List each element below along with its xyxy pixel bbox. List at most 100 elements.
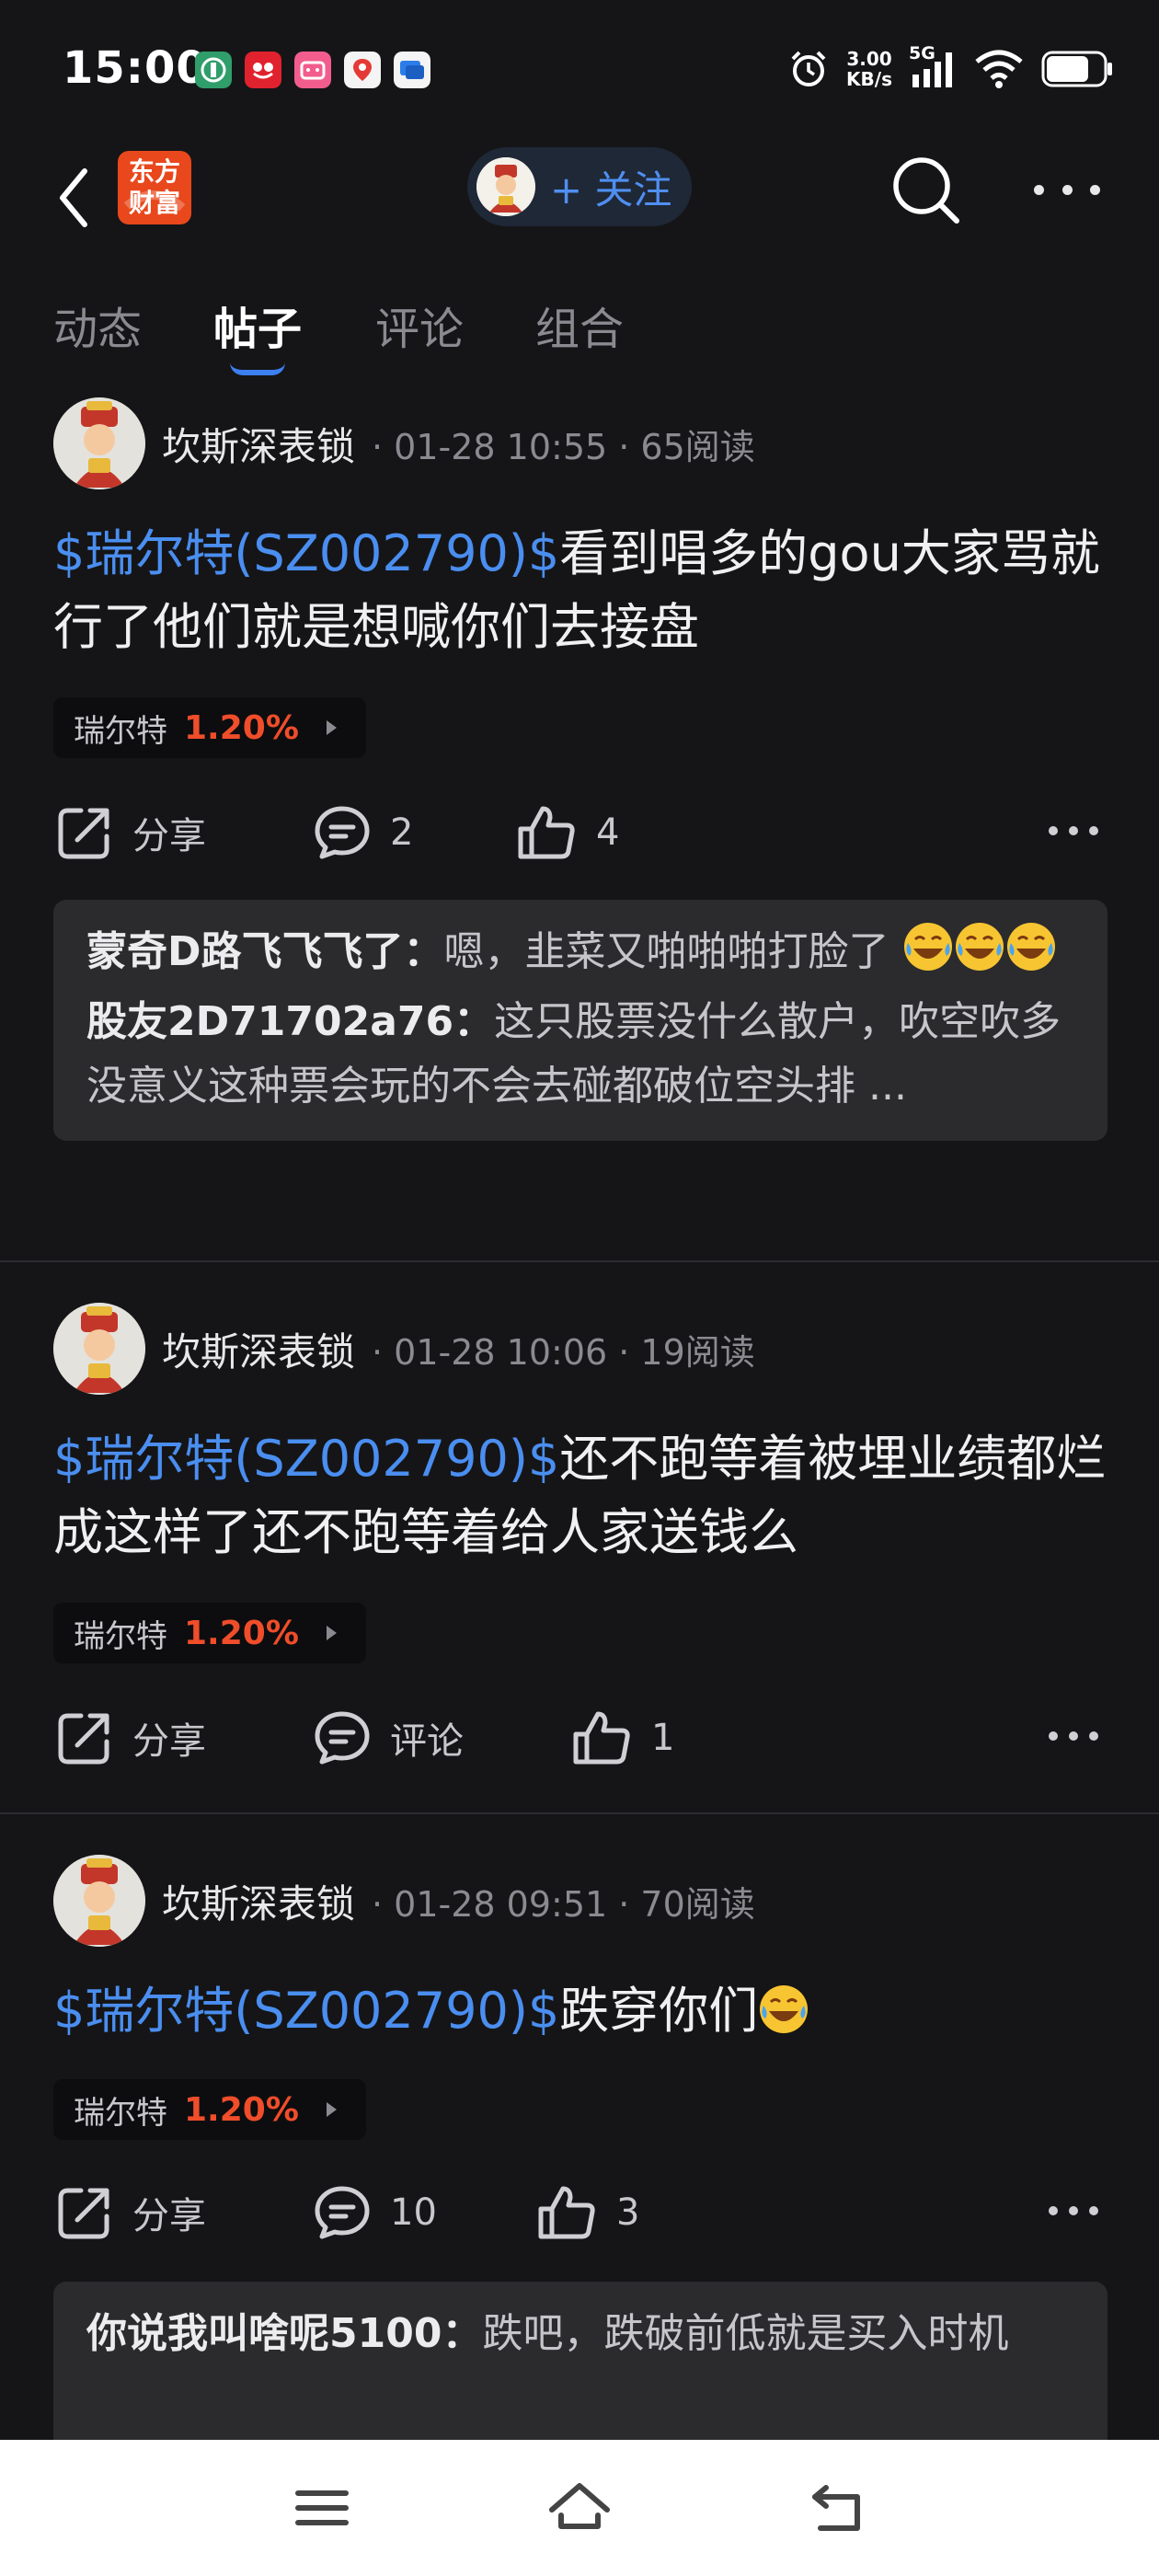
comment-author[interactable]: 股友2D71702a76: [86, 998, 453, 1045]
post-card[interactable]: 坎斯深表锁 · 01-28 10:55 · 65阅读 $瑞尔特(SZ002790…: [0, 397, 1159, 1257]
stock-tag-name: 瑞尔特: [74, 1617, 167, 1655]
network-speed: 3.00 KB/s: [846, 49, 892, 89]
more-dot-icon: [1049, 826, 1058, 835]
comment-author[interactable]: 你说我叫啥呢5100: [86, 2310, 442, 2357]
share-icon: [58, 1713, 109, 1765]
like-count: 1: [651, 1717, 675, 1759]
more-dot-icon: [1090, 184, 1100, 195]
laugh-cry-emoji-icon: [903, 923, 952, 971]
share-label: 分享: [132, 2195, 206, 2237]
comment-icon: [315, 806, 370, 859]
comment-button[interactable]: 10: [313, 2171, 437, 2254]
laugh-cry-emoji-icon: [955, 923, 1004, 971]
profile-tabs: 动态 帖子 评论 组合: [0, 283, 1159, 385]
active-tab-indicator: [230, 362, 285, 375]
app-screen: 15:00 3.00 KB/s 5G 东方财富 + 关注 动态 帖子 评论 组合…: [0, 0, 1159, 2576]
comment-count: 2: [390, 811, 414, 854]
author-name[interactable]: 坎斯深表锁: [162, 1873, 355, 1929]
system-back-button[interactable]: [802, 2471, 876, 2545]
post-card[interactable]: 坎斯深表锁 · 01-28 10:06 · 19阅读 $瑞尔特(SZ002790…: [0, 1303, 1159, 1809]
author-name[interactable]: 坎斯深表锁: [162, 1321, 355, 1377]
tab-portfolio[interactable]: 组合: [535, 293, 624, 357]
battery-icon: [1041, 51, 1112, 87]
post-more-button[interactable]: [1049, 2206, 1098, 2219]
search-icon: [893, 157, 959, 224]
top-app-bar: 东方财富 + 关注: [0, 138, 1159, 258]
share-button[interactable]: 分享: [55, 791, 206, 874]
more-dot-icon: [1069, 2206, 1078, 2215]
author-avatar[interactable]: [53, 1855, 145, 1947]
follow-button[interactable]: + 关注: [467, 147, 692, 226]
stock-link[interactable]: $瑞尔特(SZ002790)$: [53, 1982, 559, 2040]
post-actions: 分享 评论 1: [0, 1696, 1159, 1779]
status-time: 15:00: [63, 42, 208, 94]
cellular-signal-icon: 5G: [909, 43, 957, 89]
stock-tag[interactable]: 瑞尔特 1.20%: [53, 697, 366, 758]
tab-posts[interactable]: 帖子: [213, 293, 302, 357]
comment-preview-box[interactable]: 你说我叫啥呢5100：跌吧，跌破前低就是买入时机: [53, 2282, 1107, 2466]
shopping-app-icon: [245, 52, 281, 88]
author-name[interactable]: 坎斯深表锁: [162, 416, 355, 472]
recent-apps-button[interactable]: [285, 2471, 359, 2545]
like-button[interactable]: 4: [515, 791, 619, 874]
stock-link[interactable]: $瑞尔特(SZ002790)$: [53, 1430, 559, 1488]
post-content[interactable]: $瑞尔特(SZ002790)$还不跑等着被埋业绩都烂成这样了还不跑等着给人家送钱…: [53, 1422, 1111, 1570]
like-button[interactable]: 3: [535, 2171, 639, 2254]
comment-separator: ：: [453, 998, 495, 1045]
more-dot-icon: [1034, 184, 1044, 195]
network-speed-value: 3.00: [846, 48, 892, 70]
stock-tag-change: 1.20%: [184, 708, 299, 747]
tab-comments[interactable]: 评论: [375, 293, 464, 357]
post-more-button[interactable]: [1049, 1731, 1098, 1744]
post-content[interactable]: $瑞尔特(SZ002790)$跌穿你们: [53, 1974, 1111, 2048]
more-dot-icon: [1089, 2206, 1098, 2215]
author-avatar[interactable]: [53, 397, 145, 489]
stock-tag[interactable]: 瑞尔特 1.20%: [53, 1603, 366, 1663]
network-speed-unit: KB/s: [846, 68, 892, 90]
comment-text: 跌吧，跌破前低就是买入时机: [482, 2310, 1009, 2357]
stock-tag[interactable]: 瑞尔特 1.20%: [53, 2079, 366, 2140]
comment-item[interactable]: 蒙奇D路飞飞飞了：嗯，韭菜又啪啪啪打脸了: [86, 920, 1076, 984]
post-header: 坎斯深表锁 · 01-28 10:55 · 65阅读: [53, 397, 755, 489]
more-options-button[interactable]: [1034, 171, 1100, 208]
comment-button[interactable]: 2: [313, 791, 413, 874]
comment-button[interactable]: 评论: [313, 1696, 464, 1779]
app-logo-text: 东方财富: [129, 156, 181, 218]
share-button[interactable]: 分享: [55, 2171, 206, 2254]
share-label: 分享: [132, 815, 206, 857]
post-meta: · 01-28 09:51 · 70阅读: [372, 1883, 755, 1925]
comment-preview-box[interactable]: 蒙奇D路飞飞飞了：嗯，韭菜又啪啪啪打脸了 股友2D71702a76：这只股票没什…: [53, 900, 1107, 1141]
alarm-icon: [791, 51, 826, 86]
comment-item[interactable]: 你说我叫啥呢5100：跌吧，跌破前低就是买入时机: [86, 2302, 1076, 2366]
chevron-right-icon: [326, 720, 337, 735]
post-header: 坎斯深表锁 · 01-28 09:51 · 70阅读: [53, 1855, 755, 1947]
home-button[interactable]: [543, 2471, 616, 2545]
post-divider: [0, 1260, 1159, 1262]
app-logo: 东方财富: [118, 151, 191, 224]
stock-link[interactable]: $瑞尔特(SZ002790)$: [53, 524, 559, 582]
author-avatar[interactable]: [53, 1303, 145, 1395]
back-button[interactable]: [46, 156, 101, 239]
user-avatar: [476, 157, 535, 216]
comment-item[interactable]: 股友2D71702a76：这只股票没什么散户，吹空吹多没意义这种票会玩的不会去碰…: [86, 990, 1076, 1119]
stock-tag-change: 1.20%: [184, 2090, 299, 2129]
like-count: 4: [596, 811, 620, 854]
more-dot-icon: [1061, 184, 1073, 195]
more-dot-icon: [1089, 826, 1098, 835]
post-card[interactable]: 坎斯深表锁 · 01-28 09:51 · 70阅读 $瑞尔特(SZ002790…: [0, 1855, 1159, 2466]
follow-label: + 关注: [550, 167, 672, 213]
tab-dynamics[interactable]: 动态: [53, 293, 142, 357]
post-content[interactable]: $瑞尔特(SZ002790)$看到唱多的gou大家骂就行了他们就是想喊你们去接盘: [53, 517, 1111, 664]
system-navigation-bar: [0, 2440, 1159, 2576]
more-dot-icon: [1049, 1731, 1058, 1741]
post-more-button[interactable]: [1049, 826, 1098, 839]
status-bar: 15:00 3.00 KB/s 5G: [0, 0, 1159, 138]
share-button[interactable]: 分享: [55, 1696, 206, 1779]
comment-author[interactable]: 蒙奇D路飞飞飞了: [86, 928, 404, 975]
post-text: 跌穿你们: [559, 1982, 759, 2040]
laugh-cry-emoji-icon: [1006, 923, 1055, 971]
laugh-cry-emoji-icon: [760, 1985, 809, 2033]
search-button[interactable]: [889, 153, 964, 228]
like-button[interactable]: 1: [570, 1696, 674, 1779]
thumbs-up-icon: [518, 806, 575, 859]
